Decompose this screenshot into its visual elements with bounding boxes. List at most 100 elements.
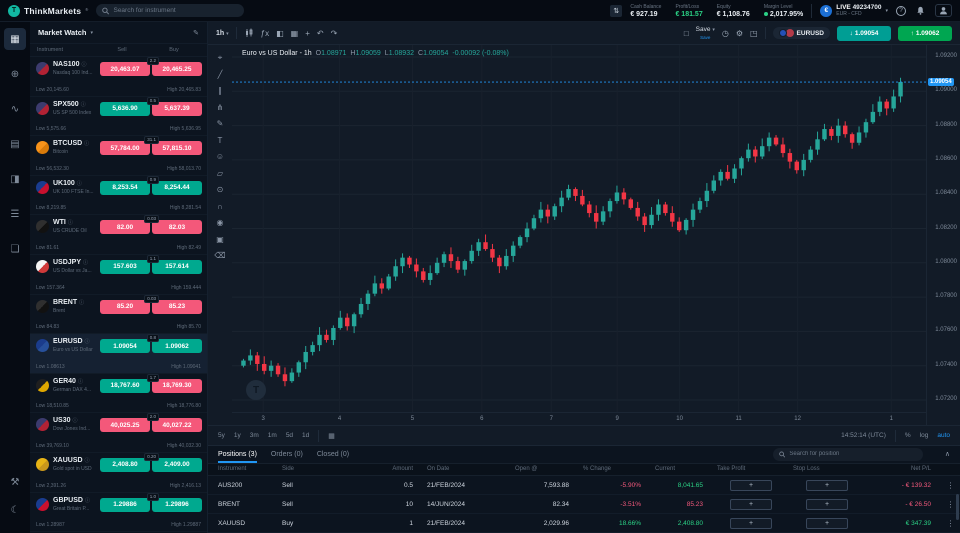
buy-price-button[interactable]: 85.23 bbox=[152, 300, 202, 314]
add-stop-loss-button[interactable]: + bbox=[806, 499, 848, 510]
sidebar-item-dark-mode dark-mode-icon[interactable]: ☾ bbox=[4, 499, 26, 521]
redo-icon[interactable]: ↷ bbox=[331, 29, 338, 38]
multiselect-icon[interactable]: □ bbox=[684, 29, 689, 38]
auto-scale-toggle[interactable]: auto bbox=[937, 432, 950, 439]
sidebar-item-signals signals-icon[interactable]: ∿ bbox=[4, 98, 26, 120]
go-to-date-icon[interactable]: ▦ bbox=[328, 432, 335, 440]
log-scale-toggle[interactable]: log bbox=[920, 432, 929, 439]
sidebar-item-screener screener-icon[interactable]: ☰ bbox=[4, 203, 26, 225]
instrument-row[interactable]: BTCUSDⓘBitcoinLow 56,532.30High 58,013.7… bbox=[30, 136, 207, 176]
timeframe-selector[interactable]: 1h ▾ bbox=[216, 30, 229, 37]
buy-price-button[interactable]: 57,815.10 bbox=[152, 141, 202, 155]
sidebar-item-tools tools-icon[interactable]: ⚒ bbox=[4, 471, 26, 493]
sidebar-item-video-news video-news-icon[interactable]: ◨ bbox=[4, 168, 26, 190]
column-header[interactable]: Stop Loss bbox=[789, 466, 865, 472]
add-stop-loss-button[interactable]: + bbox=[806, 480, 848, 491]
instrument-row[interactable]: BRENTⓘBrentLow 84.83High 85.7085.2085.23… bbox=[30, 295, 207, 335]
account-selector[interactable]: € LIVE 49234700 EUR - CFD ▾ bbox=[820, 4, 888, 17]
row-menu-icon[interactable]: ⋮ bbox=[941, 481, 960, 490]
clock-utc[interactable]: 14:52:14 (UTC) bbox=[841, 432, 886, 439]
help-button[interactable]: ? bbox=[896, 6, 906, 16]
position-search[interactable] bbox=[773, 448, 923, 461]
range-button-3m[interactable]: 3m bbox=[250, 432, 259, 439]
column-header[interactable]: Take Profit bbox=[713, 466, 789, 472]
collapse-panel-icon[interactable]: ∧ bbox=[945, 450, 950, 458]
range-button-1m[interactable]: 1m bbox=[268, 432, 277, 439]
sell-price-button[interactable]: 20,463.07 bbox=[100, 62, 150, 76]
symbol-pill[interactable]: EURUSD bbox=[773, 27, 830, 39]
range-button-5d[interactable]: 5d bbox=[286, 432, 293, 439]
instrument-row[interactable]: US30ⓘDow Jones Ind...Low 39,769.10High 4… bbox=[30, 413, 207, 453]
user-menu[interactable] bbox=[935, 4, 952, 17]
add-take-profit-button[interactable]: + bbox=[730, 480, 772, 491]
percent-scale-toggle[interactable]: % bbox=[905, 432, 911, 439]
instrument-row[interactable]: WTIⓘUS CRUDE OilLow 81.61High 82.4982.00… bbox=[30, 215, 207, 255]
instrument-row[interactable]: GER40ⓘGerman DAX 4...Low 18,510.85High 1… bbox=[30, 374, 207, 414]
market-watch-title[interactable]: Market Watch bbox=[38, 28, 86, 37]
column-header[interactable]: Amount bbox=[328, 466, 423, 472]
snapshot-tool[interactable]: ▣ bbox=[216, 235, 224, 244]
column-header[interactable]: Instrument bbox=[208, 466, 278, 472]
column-header[interactable]: Current bbox=[651, 466, 713, 472]
instrument-row[interactable]: XAUUSDⓘGold spot in USDLow 2,391.26High … bbox=[30, 453, 207, 493]
position-row[interactable]: BRENTSell1014/JUN/202482.34-3.51%85.23++… bbox=[208, 495, 960, 514]
sell-price-button[interactable]: 82.00 bbox=[100, 220, 150, 234]
sell-price-button[interactable]: 2,408.80 bbox=[100, 458, 150, 472]
emoji-tool[interactable]: ☺ bbox=[216, 152, 224, 161]
delete-tool[interactable]: ⌫ bbox=[214, 251, 225, 260]
sell-price-button[interactable]: 18,767.60 bbox=[100, 379, 150, 393]
transfer-funds-icon[interactable]: ⇅ bbox=[610, 5, 622, 17]
visibility-tool[interactable]: ◉ bbox=[217, 218, 224, 227]
sell-price-button[interactable]: 1.29886 bbox=[100, 498, 150, 512]
magnet-tool[interactable]: ∩ bbox=[217, 202, 223, 211]
instrument-search[interactable] bbox=[96, 4, 244, 17]
alert-icon[interactable]: ◷ bbox=[722, 29, 729, 38]
buy-price-button[interactable]: 18,769.30 bbox=[152, 379, 202, 393]
instrument-row[interactable]: UK100ⓘUK 100 FTSE In...Low 8,219.85High … bbox=[30, 176, 207, 216]
buy-price-button[interactable]: 2,409.00 bbox=[152, 458, 202, 472]
range-button-1y[interactable]: 1y bbox=[234, 432, 241, 439]
tab-orders[interactable]: Orders (0) bbox=[271, 446, 303, 463]
position-search-input[interactable] bbox=[789, 451, 917, 457]
instrument-row[interactable]: GBPUSDⓘGreat Britain P...Low 1.28987High… bbox=[30, 493, 207, 533]
save-layout-button[interactable]: Save ▾ Save bbox=[696, 26, 715, 41]
range-button-1d[interactable]: 1d bbox=[302, 432, 309, 439]
settings-gear-icon[interactable]: ⚙ bbox=[736, 29, 743, 38]
buy-price-button[interactable]: 40,027.22 bbox=[152, 418, 202, 432]
add-stop-loss-button[interactable]: + bbox=[806, 518, 848, 529]
column-header[interactable]: Open @ bbox=[511, 466, 579, 472]
instrument-row[interactable]: NAS100ⓘNasdaq 100 Ind...Low 20,145.60Hig… bbox=[30, 57, 207, 97]
sell-price-button[interactable]: 5,636.90 bbox=[100, 102, 150, 116]
scrollbar-thumb[interactable] bbox=[956, 494, 959, 520]
tab-positions[interactable]: Positions (3) bbox=[218, 446, 257, 463]
measure-tool[interactable]: ▱ bbox=[217, 169, 223, 178]
time-axis[interactable]: 3456791011121 bbox=[232, 412, 926, 425]
undo-icon[interactable]: ↶ bbox=[317, 29, 324, 38]
position-row[interactable]: AUS200Sell0.521/FEB/20247,593.88-5.90%8,… bbox=[208, 476, 960, 495]
sidebar-item-discover discover-icon[interactable]: ⊕ bbox=[4, 63, 26, 85]
indicators-icon[interactable]: ƒx bbox=[261, 29, 269, 38]
tab-closed[interactable]: Closed (0) bbox=[317, 446, 349, 463]
buy-price-button[interactable]: 1.09062 bbox=[152, 339, 202, 353]
compare-icon[interactable]: ◧ bbox=[276, 29, 284, 38]
sidebar-item-markets markets-icon[interactable]: ▦ bbox=[4, 28, 26, 50]
pitchfork-tool[interactable]: ⋔ bbox=[217, 103, 224, 112]
notifications-button[interactable] bbox=[914, 4, 927, 17]
layout-grid-icon[interactable]: ▦ bbox=[291, 29, 299, 38]
sell-price-button[interactable]: 1.09054 bbox=[100, 339, 150, 353]
brush-tool[interactable]: ✎ bbox=[217, 119, 224, 128]
position-row[interactable]: XAUUSDBuy121/FEB/20242,029.9618.66%2,408… bbox=[208, 514, 960, 533]
text-tool[interactable]: T bbox=[218, 136, 223, 145]
trendline-tool[interactable]: ╱ bbox=[218, 70, 223, 79]
sell-price-button[interactable]: 57,784.00 bbox=[100, 141, 150, 155]
sidebar-item-calendar calendar-icon[interactable]: ▤ bbox=[4, 133, 26, 155]
sell-price-button[interactable]: 85.20 bbox=[100, 300, 150, 314]
zoom-tool[interactable]: ⊙ bbox=[217, 185, 224, 194]
instrument-row[interactable]: SPX500ⓘUS SP 500 IndexLow 5,575.66High 5… bbox=[30, 97, 207, 137]
channel-tool[interactable]: ∥ bbox=[218, 86, 222, 95]
column-header[interactable]: Net P/L bbox=[865, 466, 941, 472]
buy-button[interactable]: ↑1.09062 bbox=[898, 26, 952, 41]
add-chart-icon[interactable]: + bbox=[305, 29, 310, 38]
column-header[interactable]: On Date bbox=[423, 466, 511, 472]
sell-button[interactable]: ↓1.09054 bbox=[837, 26, 891, 41]
